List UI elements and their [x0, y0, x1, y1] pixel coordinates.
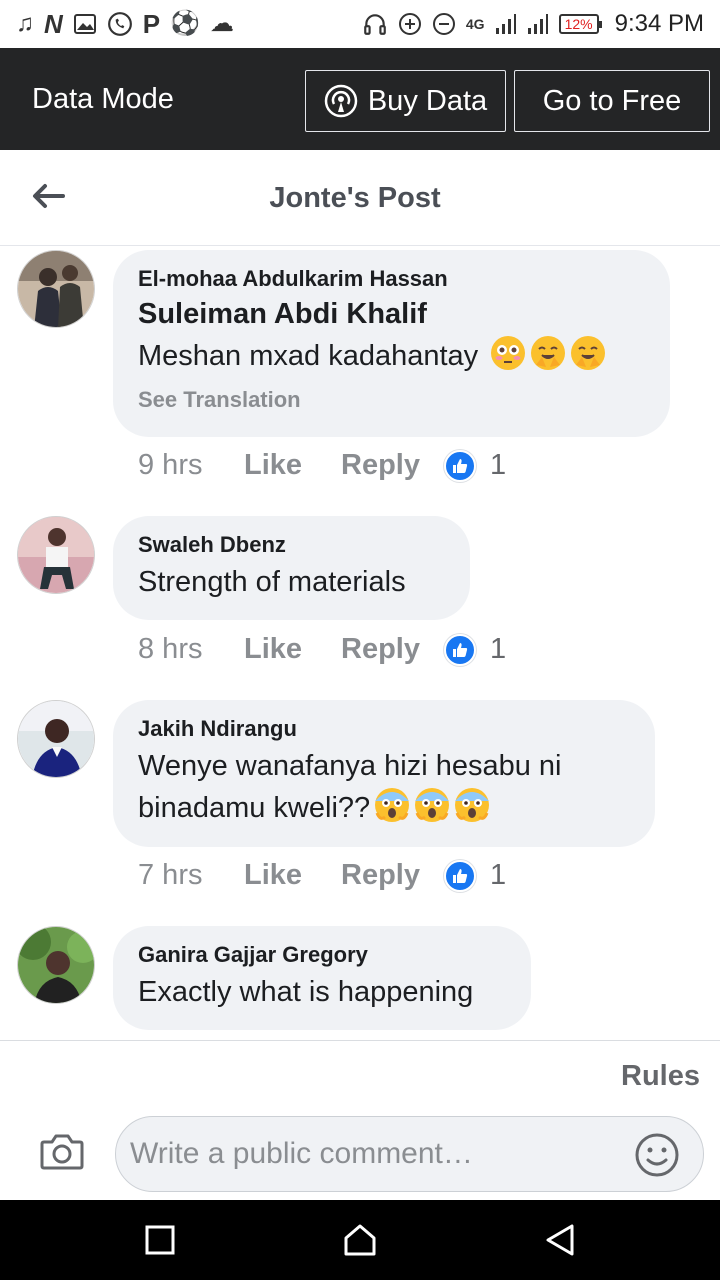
soccer-icon: ⚽ — [170, 10, 201, 37]
thumbs-up-icon — [444, 633, 476, 666]
reply-button[interactable]: Reply — [341, 449, 444, 482]
comment-text: Strength of materials — [138, 566, 406, 598]
notification-icons: ♫ N P ⚽ ☁ — [16, 10, 234, 38]
rules-link[interactable]: Rules — [621, 1060, 700, 1093]
comment-author[interactable]: El-mohaa Abdulkarim Hassan — [138, 266, 645, 292]
status-bar: ♫ N P ⚽ ☁ 4G 12% 9:34 PM — [0, 0, 720, 48]
back-arrow-icon[interactable] — [28, 176, 68, 216]
comment-text: Wenye wanafanya hizi hesabu ni binadamu … — [138, 746, 630, 829]
camera-icon[interactable] — [38, 1128, 86, 1176]
reply-button[interactable]: Reply — [341, 633, 444, 666]
image-icon — [73, 10, 97, 38]
screaming-emoji-icon — [415, 788, 450, 822]
page-header: Jonte's Post — [0, 150, 720, 246]
comment-text-line: Wenye wanafanya hizi hesabu ni — [138, 750, 562, 782]
android-nav-bar — [0, 1200, 720, 1280]
battery-indicator: 12% — [558, 14, 602, 34]
comment-author[interactable]: Swaleh Dbenz — [138, 532, 445, 558]
comment-actions: 9 hrs Like Reply 1 — [138, 449, 506, 482]
go-to-free-button[interactable]: Go to Free — [514, 70, 710, 132]
comment-actions: 8 hrs Like Reply 1 — [138, 633, 506, 666]
back-icon[interactable] — [540, 1220, 580, 1260]
music-note-icon: ♫ — [16, 10, 34, 37]
network-type: 4G — [465, 16, 485, 32]
go-to-free-label: Go to Free — [542, 84, 682, 117]
mention-link[interactable]: Suleiman Abdi Khalif — [138, 298, 645, 331]
like-button[interactable]: Like — [244, 449, 341, 482]
recent-apps-icon[interactable] — [140, 1220, 180, 1260]
signal-icon-2 — [527, 10, 549, 38]
whatsapp-icon — [107, 10, 133, 38]
comment-bubble: Jakih Ndirangu Wenye wanafanya hizi hesa… — [113, 700, 655, 847]
comment-input-container — [115, 1116, 704, 1192]
hugging-emoji-icon — [571, 336, 606, 370]
avatar[interactable] — [17, 926, 95, 1004]
data-mode-bar: Data Mode Buy Data Go to Free — [0, 48, 720, 150]
divider — [0, 1040, 720, 1041]
comment-bubble: Ganira Gajjar Gregory Exactly what is ha… — [113, 926, 531, 1030]
p-app-icon: P — [142, 9, 161, 39]
see-translation-link[interactable]: See Translation — [138, 387, 645, 413]
add-circle-icon — [398, 10, 422, 38]
like-count[interactable]: 1 — [490, 859, 506, 892]
like-count[interactable]: 1 — [490, 449, 506, 482]
thumbs-up-icon — [444, 859, 476, 892]
flushed-emoji-icon — [491, 336, 526, 370]
cloud-icon: ☁ — [210, 10, 235, 37]
headphones-icon — [362, 10, 388, 38]
clock: 9:34 PM — [614, 10, 704, 37]
comment-bubble: Swaleh Dbenz Strength of materials — [113, 516, 470, 620]
reply-button[interactable]: Reply — [341, 859, 444, 892]
comment-text: Meshan mxad kadahantay — [138, 335, 645, 377]
comment-list: El-mohaa Abdulkarim Hassan Suleiman Abdi… — [0, 247, 720, 1040]
page-title: Jonte's Post — [269, 181, 441, 214]
comment-text-body: Meshan mxad kadahantay — [138, 340, 479, 372]
comment-time: 8 hrs — [138, 633, 203, 665]
emoji-picker-icon[interactable] — [633, 1131, 681, 1179]
buy-data-label: Buy Data — [367, 84, 488, 117]
comment-author[interactable]: Jakih Ndirangu — [138, 716, 630, 742]
screaming-emoji-icon — [375, 788, 410, 822]
comment-text: Exactly what is happening — [138, 976, 474, 1008]
broadcast-icon — [324, 84, 358, 118]
hugging-emoji-icon — [531, 336, 566, 370]
buy-data-button[interactable]: Buy Data — [305, 70, 506, 132]
signal-icon — [495, 10, 517, 38]
screaming-emoji-icon — [455, 788, 490, 822]
comment-time: 9 hrs — [138, 449, 203, 481]
comment-actions: 7 hrs Like Reply 1 — [138, 859, 506, 892]
comment-text-body: binadamu kweli?? — [138, 792, 371, 824]
comment-text-line-2: binadamu kweli?? — [138, 787, 630, 829]
avatar[interactable] — [17, 700, 95, 778]
comment-author[interactable]: Ganira Gajjar Gregory — [138, 942, 506, 968]
like-button[interactable]: Like — [244, 859, 341, 892]
like-count[interactable]: 1 — [490, 633, 506, 666]
comment-time: 7 hrs — [138, 859, 203, 891]
avatar[interactable] — [17, 516, 95, 594]
comment-bubble: El-mohaa Abdulkarim Hassan Suleiman Abdi… — [113, 250, 670, 437]
avatar[interactable] — [17, 250, 95, 328]
home-icon[interactable] — [340, 1220, 380, 1260]
data-mode-title: Data Mode — [32, 82, 174, 115]
like-button[interactable]: Like — [244, 633, 341, 666]
n-app-icon: N — [44, 9, 63, 39]
minus-circle-icon — [432, 10, 456, 38]
system-icons: 4G 12% 9:34 PM — [362, 10, 704, 38]
thumbs-up-icon — [444, 449, 476, 482]
comment-input[interactable] — [130, 1117, 630, 1191]
